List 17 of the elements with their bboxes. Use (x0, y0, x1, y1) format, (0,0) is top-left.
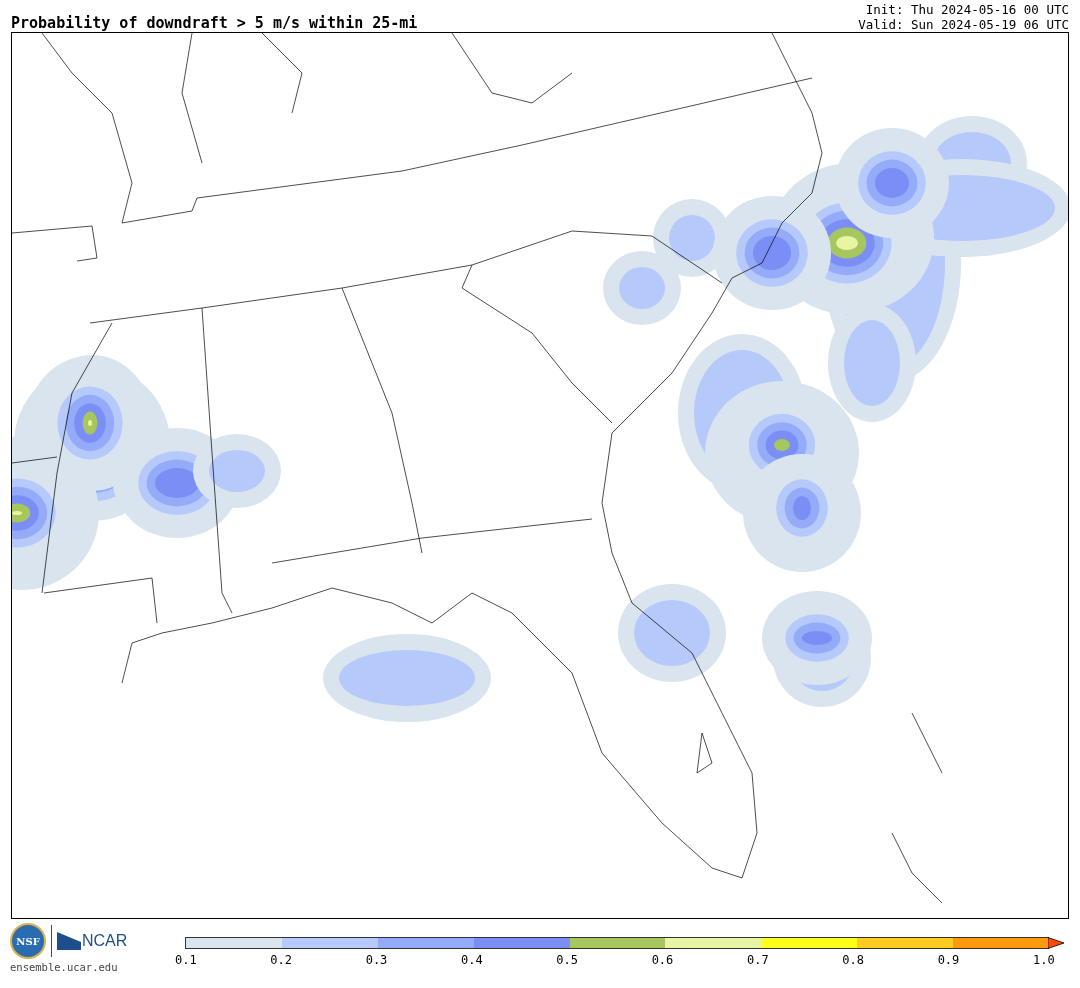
colorbar-tick-label: 0.1 (175, 953, 195, 967)
colorbar-tick-label: 0.7 (746, 953, 767, 967)
colorbar-tick-label: 0.9 (937, 953, 958, 967)
init-time: Init: Thu 2024-05-16 00 UTC (864, 2, 1069, 17)
website-url: ensemble.ucar.edu (10, 961, 119, 973)
colorbar-tick-label: 1.0 (1032, 953, 1053, 967)
colorbar-tick-label: 0.2 (270, 953, 291, 967)
wedge-icon (57, 932, 81, 950)
valid-time: Valid: Sun 2024-05-19 06 UTC (858, 17, 1069, 32)
colorbar-tick-label: 0.8 (842, 953, 863, 967)
colorbar-tick-label: 0.3 (365, 953, 386, 967)
map-title: Probability of downdraft > 5 m/s within 25-mi (11, 14, 418, 32)
colorbar-tick-label: 0.5 (556, 953, 577, 967)
ncar-logo: NCAR (82, 932, 128, 950)
nsf-logo: NSF (10, 923, 46, 959)
colorbar-tick-label: 0.6 (651, 953, 672, 967)
colorbar-tick-label: 0.4 (461, 953, 481, 967)
